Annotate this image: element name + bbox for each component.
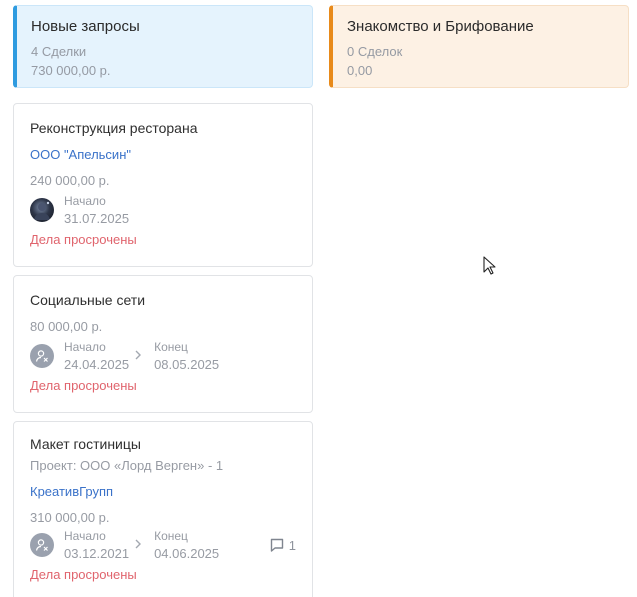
deal-project[interactable]: Проект: ООО «Лорд Верген» - 1 [30,457,296,475]
deal-title[interactable]: Макет гостиницы [30,435,296,453]
start-date: Начало 03.12.2021 [64,527,129,563]
comments-count: 1 [288,537,296,553]
deal-card[interactable]: Реконструкция ресторана ООО "Апельсин" 2… [13,103,313,267]
deal-card[interactable]: Социальные сети 80 000,00 р. Начало 24.0… [13,275,313,413]
start-date-value: 31.07.2025 [64,211,130,226]
avatar[interactable] [30,344,54,368]
deal-amount: 240 000,00 р. [30,173,110,188]
column-deal-count: 0 Сделок [347,44,403,59]
end-date-label: Конец [154,529,188,543]
end-date: Конец 08.05.2025 [154,338,219,374]
deal-title[interactable]: Реконструкция ресторана [30,119,296,137]
chevron-right-icon [134,537,146,552]
column-header-new-requests[interactable]: Новые запросы 4 Сделки 730 000,00 р. [13,5,313,88]
deal-company-link[interactable]: ООО "Апельсин" [30,146,296,164]
end-date-value: 04.06.2025 [154,546,220,561]
avatar[interactable] [30,533,54,557]
end-date: Конец 04.06.2025 [154,527,219,563]
user-photo-icon [34,201,50,220]
start-date: Начало 24.04.2025 [64,338,129,374]
column-title: Новые запросы [31,18,140,35]
user-icon [35,539,48,551]
chevron-right-icon [134,348,146,363]
overdue-status[interactable]: Дела просрочены [30,377,296,395]
column-header-briefing[interactable]: Знакомство и Брифование 0 Сделок 0,00 [329,5,629,88]
comments-button[interactable]: 1 [269,537,296,553]
end-date-value: 08.05.2025 [154,357,220,372]
overdue-status[interactable]: Дела просрочены [30,231,296,249]
column-title: Знакомство и Брифование [347,18,534,35]
deal-amount: 80 000,00 р. [30,319,103,334]
deal-card[interactable]: Макет гостиницы Проект: ООО «Лорд Верген… [13,421,313,597]
start-date-label: Начало [64,340,106,354]
deal-company-link[interactable]: КреативГрупп [30,483,296,501]
overdue-status[interactable]: Дела просрочены [30,566,296,584]
avatar[interactable] [30,198,54,222]
column-deal-count: 4 Сделки [31,44,87,59]
mouse-cursor-icon [483,256,496,275]
start-date-value: 03.12.2021 [64,546,130,561]
column-sum: 730 000,00 р. [31,63,111,78]
deal-title[interactable]: Социальные сети [30,291,296,309]
start-date: Начало 31.07.2025 [64,192,129,228]
start-date-value: 24.04.2025 [64,357,130,372]
end-date-label: Конец [154,340,188,354]
comment-icon [270,538,283,552]
deal-amount: 310 000,00 р. [30,510,110,525]
start-date-label: Начало [64,194,106,208]
start-date-label: Начало [64,529,106,543]
user-icon [35,350,48,362]
column-sum: 0,00 [347,63,373,78]
